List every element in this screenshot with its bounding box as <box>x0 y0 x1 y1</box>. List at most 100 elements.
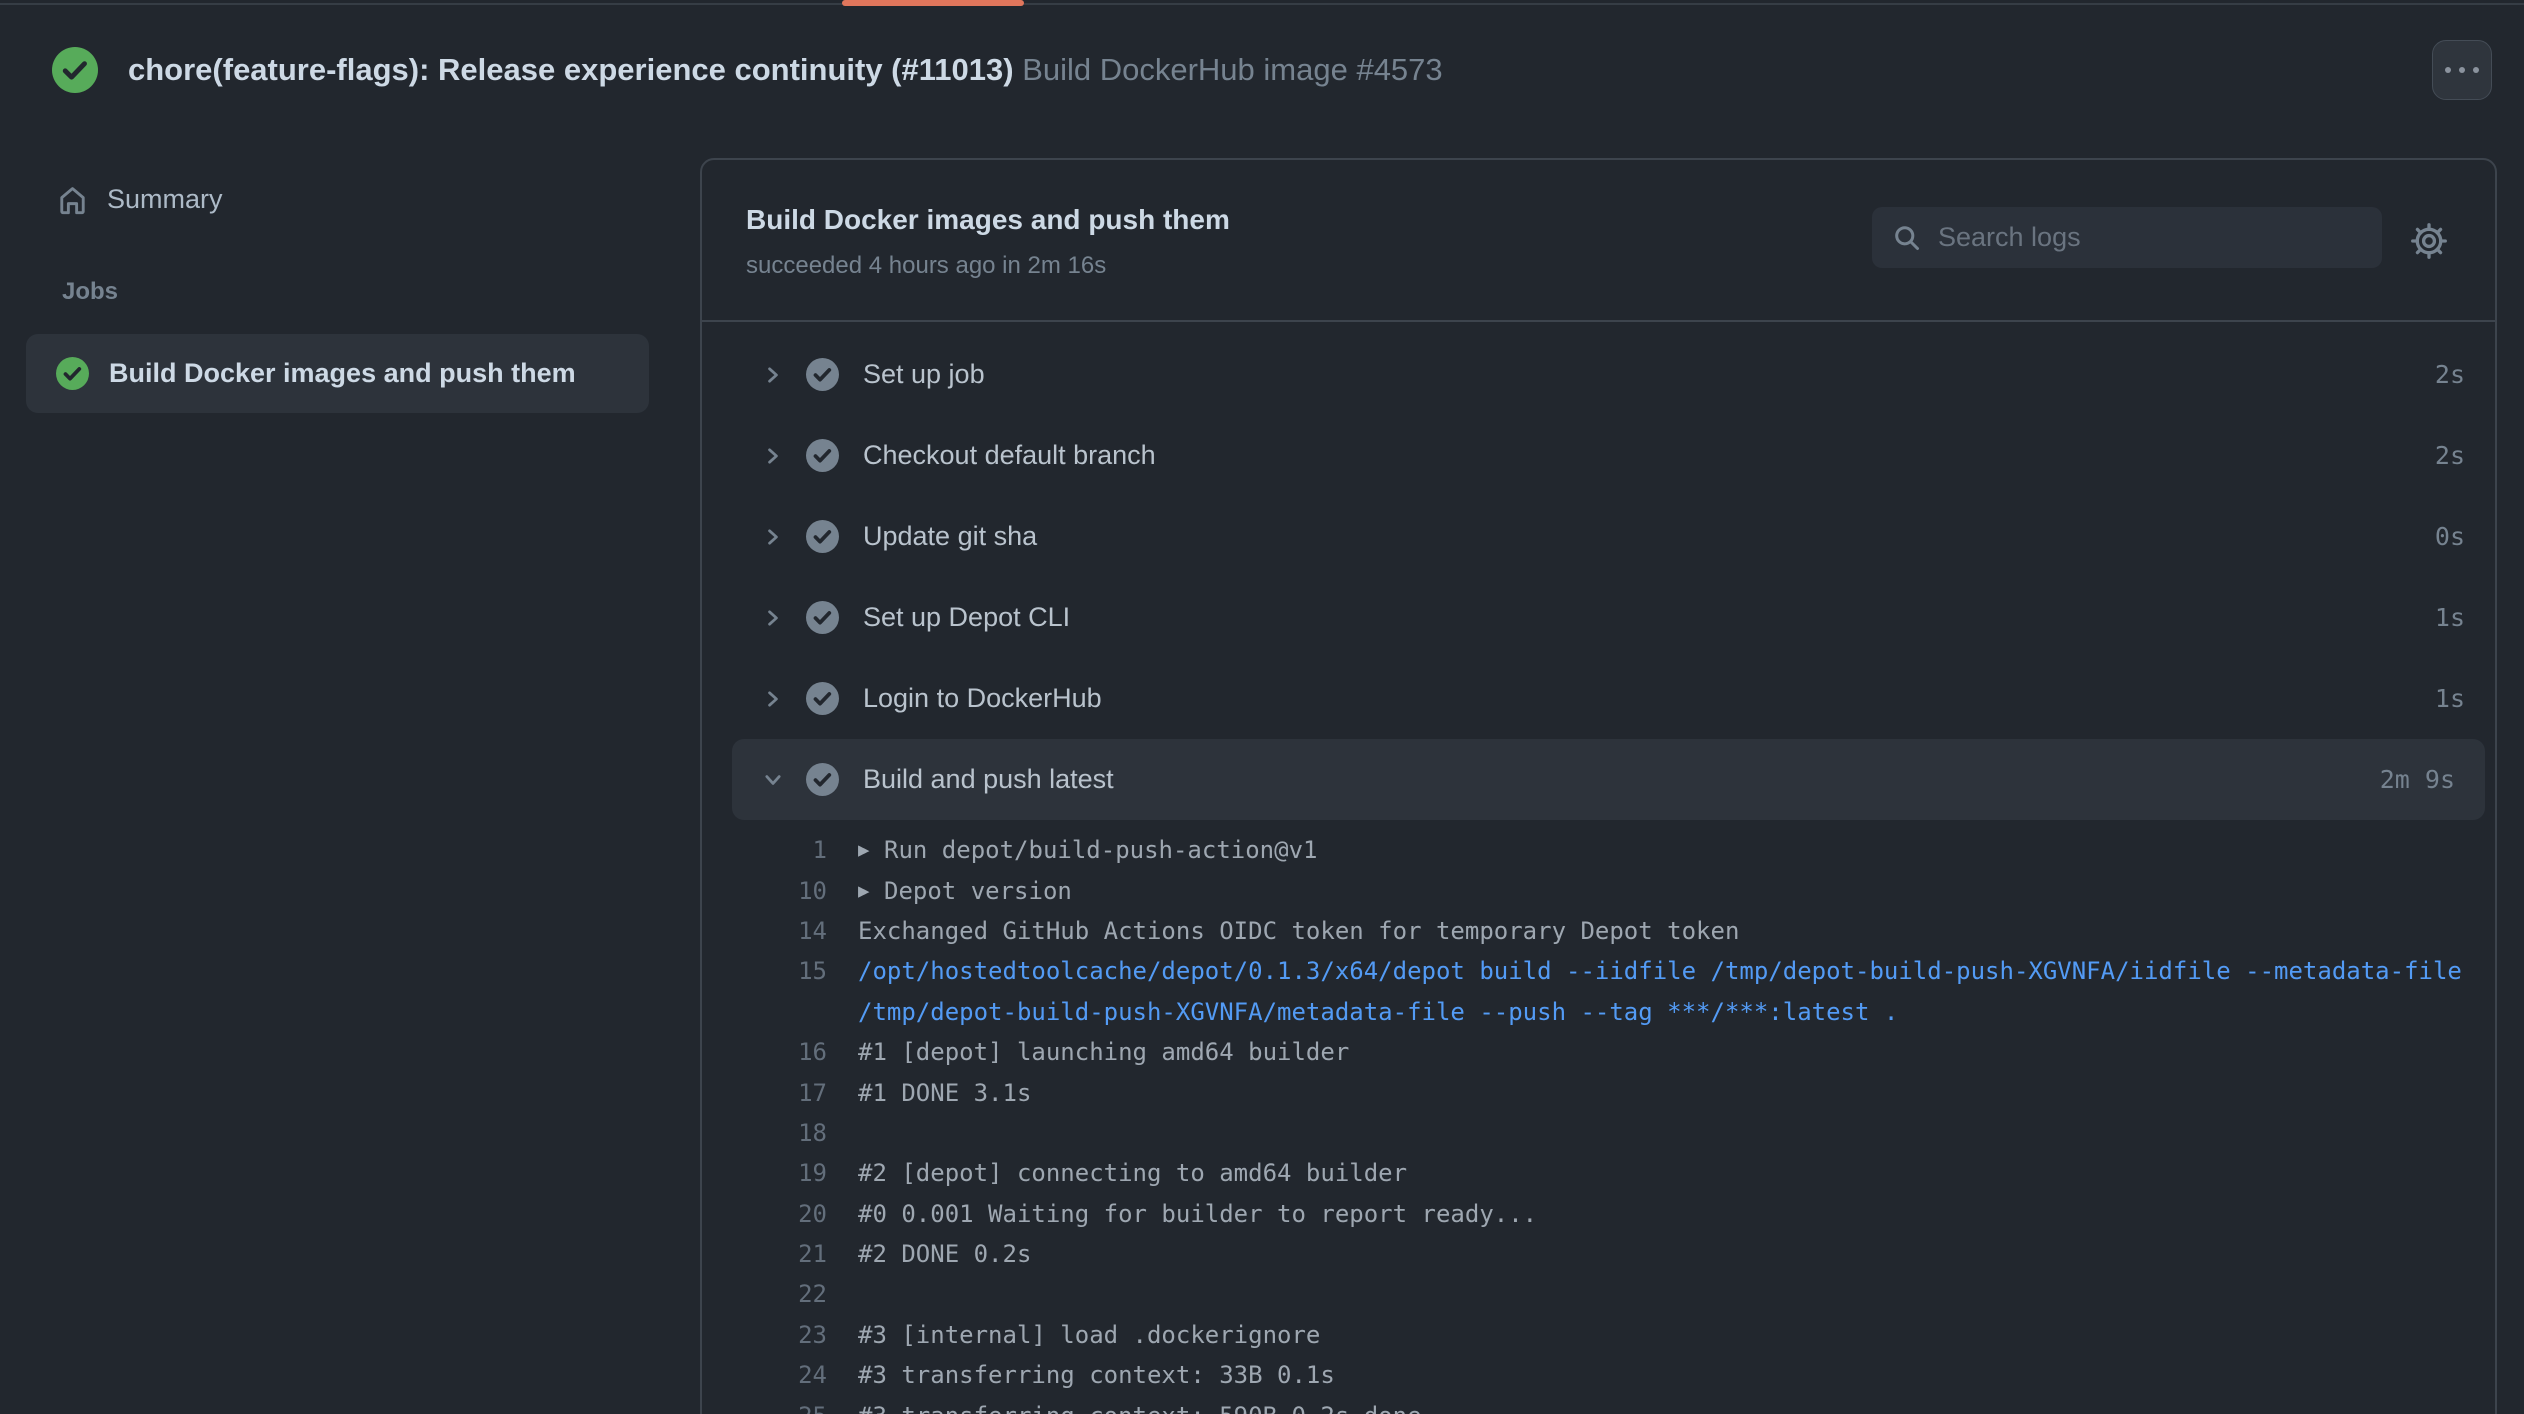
chevron-right-icon[interactable] <box>762 688 784 710</box>
log-line-number[interactable]: 24 <box>702 1361 827 1389</box>
log-line-number[interactable]: 18 <box>702 1119 827 1147</box>
log-output: 1 ▶ Run depot/build-push-action@v1 10 ▶ … <box>702 830 2491 1414</box>
log-group-arrow-icon[interactable]: ▶ <box>858 880 884 902</box>
step-success-check-icon <box>806 682 839 715</box>
log-line-number[interactable]: 17 <box>702 1079 827 1107</box>
step-success-check-icon <box>806 439 839 472</box>
log-line-number[interactable]: 21 <box>702 1240 827 1268</box>
log-line-text: Run depot/build-push-action@v1 <box>884 836 1318 865</box>
home-icon <box>56 183 89 216</box>
log-line-number[interactable]: 10 <box>702 877 827 905</box>
step-row[interactable]: Build and push latest 2m 9s <box>732 739 2485 820</box>
workflow-run-page: chore(feature-flags): Release experience… <box>0 0 2524 1414</box>
job-log-panel: Build Docker images and push them succee… <box>700 158 2497 1414</box>
step-row[interactable]: Set up Depot CLI 1s <box>702 577 2495 658</box>
search-logs-input[interactable] <box>1936 221 2362 254</box>
job-title: Build Docker images and push them <box>746 204 1230 235</box>
step-success-check-icon <box>806 520 839 553</box>
log-line: ▶ /tmp/depot-build-push-XGVNFA/metadata-… <box>702 992 2491 1032</box>
gear-icon[interactable] <box>2408 220 2450 262</box>
top-divider <box>0 3 2524 5</box>
chevron-right-icon[interactable] <box>762 526 784 548</box>
log-group-arrow-icon[interactable]: ▶ <box>858 839 884 861</box>
log-line: 17 ▶ #1 DONE 3.1s <box>702 1072 2491 1112</box>
log-line: 14 ▶ Exchanged GitHub Actions OIDC token… <box>702 911 2491 951</box>
step-duration: 2s <box>2434 441 2465 470</box>
job-success-check-icon <box>56 357 89 390</box>
log-line-text: #2 [depot] connecting to amd64 builder <box>858 1159 1408 1188</box>
step-duration: 2m 9s <box>2379 765 2455 794</box>
log-line-text: Exchanged GitHub Actions OIDC token for … <box>858 916 1740 945</box>
step-row[interactable]: Update git sha 0s <box>702 496 2495 577</box>
run-success-check-icon <box>52 47 98 93</box>
step-duration: 2s <box>2434 360 2465 389</box>
workflow-run-number: Build DockerHub image #4573 <box>1022 52 1443 87</box>
kebab-horizontal-icon <box>2445 67 2451 73</box>
log-line: 25 ▶ #3 transferring context: 590B 0.2s … <box>702 1395 2491 1414</box>
log-line: 22 ▶ <box>702 1274 2491 1314</box>
log-line-text: #1 [depot] launching amd64 builder <box>858 1038 1350 1067</box>
log-line-text: /tmp/depot-build-push-XGVNFA/metadata-fi… <box>858 997 1899 1026</box>
log-line-number[interactable]: 15 <box>702 957 827 985</box>
log-line-text: #3 transferring context: 33B 0.1s <box>858 1361 1335 1390</box>
log-line: 1 ▶ Run depot/build-push-action@v1 <box>702 830 2491 870</box>
run-title-text: chore(feature-flags): Release experience… <box>128 52 1014 87</box>
log-line-number[interactable]: 1 <box>702 836 827 864</box>
log-line: 20 ▶ #0 0.001 Waiting for builder to rep… <box>702 1194 2491 1234</box>
step-label: Set up Depot CLI <box>863 602 1071 632</box>
log-line: 24 ▶ #3 transferring context: 33B 0.1s <box>702 1355 2491 1395</box>
log-line: 23 ▶ #3 [internal] load .dockerignore <box>702 1315 2491 1355</box>
sidebar-jobs-heading: Jobs <box>62 278 119 305</box>
chevron-right-icon[interactable] <box>762 364 784 386</box>
log-line: 10 ▶ Depot version <box>702 870 2491 910</box>
step-duration: 0s <box>2434 522 2465 551</box>
log-line-text: Depot version <box>884 876 1072 905</box>
step-label: Update git sha <box>863 521 1038 551</box>
step-row[interactable]: Checkout default branch 2s <box>702 415 2495 496</box>
run-options-button[interactable] <box>2432 40 2492 100</box>
chevron-down-icon[interactable] <box>762 769 784 791</box>
log-line-number[interactable]: 20 <box>702 1200 827 1228</box>
log-line: 18 ▶ <box>702 1113 2491 1153</box>
log-line-number[interactable]: 23 <box>702 1321 827 1349</box>
step-duration: 1s <box>2434 684 2465 713</box>
log-line-number[interactable]: 25 <box>702 1402 827 1414</box>
search-logs-box[interactable] <box>1872 207 2382 268</box>
step-label: Build and push latest <box>863 764 1114 794</box>
sidebar-item-job-selected[interactable]: Build Docker images and push them <box>26 334 649 413</box>
search-icon <box>1892 223 1922 253</box>
log-line: 21 ▶ #2 DONE 0.2s <box>702 1234 2491 1274</box>
log-line-text: #0 0.001 Waiting for builder to report r… <box>858 1199 1538 1228</box>
job-status-text: succeeded 4 hours ago in 2m 16s <box>746 252 1107 279</box>
step-success-check-icon <box>806 601 839 634</box>
log-line: 16 ▶ #1 [depot] launching amd64 builder <box>702 1032 2491 1072</box>
page-title: chore(feature-flags): Release experience… <box>128 52 1443 88</box>
log-line-number[interactable]: 14 <box>702 917 827 945</box>
sidebar-job-label: Build Docker images and push them <box>109 358 576 388</box>
step-label: Login to DockerHub <box>863 683 1102 713</box>
step-success-check-icon <box>806 763 839 796</box>
panel-divider <box>702 320 2495 322</box>
step-label: Set up job <box>863 359 985 389</box>
sidebar-summary-label: Summary <box>107 183 223 214</box>
tab-accent-bar <box>842 0 1024 6</box>
log-line: 15 ▶ /opt/hostedtoolcache/depot/0.1.3/x6… <box>702 951 2491 991</box>
log-line-text: /opt/hostedtoolcache/depot/0.1.3/x64/dep… <box>858 957 2462 986</box>
chevron-right-icon[interactable] <box>762 607 784 629</box>
sidebar-item-summary[interactable]: Summary <box>56 176 223 222</box>
log-line-number[interactable]: 22 <box>702 1280 827 1308</box>
log-line-text: #3 [internal] load .dockerignore <box>858 1320 1321 1349</box>
log-line-number[interactable]: 19 <box>702 1159 827 1187</box>
step-duration: 1s <box>2434 603 2465 632</box>
log-line-text: #2 DONE 0.2s <box>858 1240 1032 1269</box>
step-row[interactable]: Login to DockerHub 1s <box>702 658 2495 739</box>
log-line: 19 ▶ #2 [depot] connecting to amd64 buil… <box>702 1153 2491 1193</box>
log-line-text: #1 DONE 3.1s <box>858 1078 1032 1107</box>
log-line-text: #3 transferring context: 590B 0.2s done <box>858 1402 1422 1414</box>
chevron-right-icon[interactable] <box>762 445 784 467</box>
log-line-number[interactable]: 16 <box>702 1038 827 1066</box>
step-label: Checkout default branch <box>863 440 1156 470</box>
steps-list: Set up job 2s Checkout default branch 2s… <box>702 334 2495 820</box>
step-success-check-icon <box>806 358 839 391</box>
step-row[interactable]: Set up job 2s <box>702 334 2495 415</box>
